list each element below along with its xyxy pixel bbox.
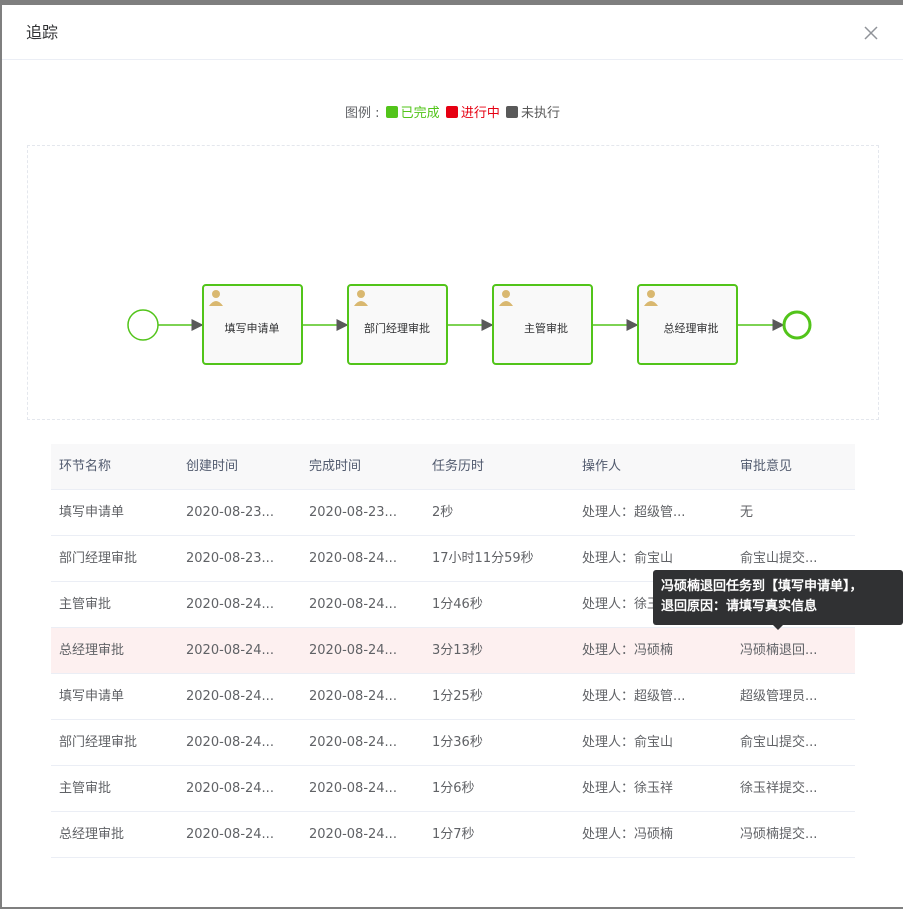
header-node-name[interactable]: 环节名称: [59, 444, 179, 490]
table-cell: 2020-08-24...: [186, 597, 274, 612]
table-cell: 处理人：徐玉祥: [582, 781, 674, 796]
header-created-time[interactable]: 创建时间: [186, 444, 276, 490]
trace-dialog: 追踪 图例 : 已完成 进行中 未执行 填写申请单 部门经理审批 主管审批 总经…: [2, 5, 903, 907]
tooltip-line-1: 冯硕楠退回任务到【填写申请单】，: [661, 579, 863, 594]
table-cell: 2020-08-23...: [186, 551, 274, 566]
legend-completed-label: 已完成: [400, 106, 440, 121]
legend-prefix: 图例 :: [345, 106, 380, 121]
task-node-dept-manager[interactable]: 部门经理审批: [347, 284, 448, 365]
table-cell: 1分6秒: [432, 781, 475, 796]
dialog-title: 追踪: [26, 23, 59, 42]
end-event: [782, 310, 812, 340]
table-cell: 1分25秒: [432, 689, 483, 704]
table-cell[interactable]: 徐玉祥提交...: [740, 766, 840, 812]
table-cell: 2020-08-23...: [309, 505, 397, 520]
tooltip-arrow: [773, 625, 783, 630]
table-cell: 17小时11分59秒: [432, 551, 534, 566]
table-row[interactable]: 填写申请单 2020-08-23... 2020-08-23... 2秒 处理人：超级管…: [51, 490, 855, 536]
task-node-general-manager[interactable]: 总经理审批: [637, 284, 738, 365]
task-node-label: 主管审批: [524, 321, 568, 335]
legend-inprogress-swatch: [445, 106, 458, 118]
table-cell: 2020-08-23...: [186, 505, 274, 520]
table-cell: 2020-08-24...: [309, 827, 397, 842]
opinion-tooltip: 冯硕楠退回任务到【填写申请单】， 退回原因：请填写真实信息: [653, 570, 903, 630]
task-node-fill-application[interactable]: 填写申请单: [202, 284, 303, 365]
tooltip-line-2: 退回原因：请填写真实信息: [661, 599, 818, 614]
table-body: 填写申请单 2020-08-23... 2020-08-23... 2秒 处理人：超级管…: [51, 490, 855, 858]
table-cell: 2秒: [432, 505, 454, 520]
table-cell: 3分13秒: [432, 643, 483, 658]
table-cell: 2020-08-24...: [186, 689, 274, 704]
table-cell: 2020-08-24...: [309, 781, 397, 796]
task-node-supervisor[interactable]: 主管审批: [492, 284, 593, 365]
legend-completed-swatch: [385, 106, 398, 118]
table-cell[interactable]: 俞宝山提交...: [740, 720, 840, 766]
table-row[interactable]: 总经理审批 2020-08-24... 2020-08-24... 1分7秒 处理人：冯…: [51, 812, 855, 858]
legend-inprogress-label: 进行中: [460, 106, 500, 121]
process-diagram: 填写申请单 部门经理审批 主管审批 总经理审批: [27, 145, 879, 420]
table-row[interactable]: 填写申请单 2020-08-24... 2020-08-24... 1分25秒 处理人：…: [51, 674, 855, 720]
table-cell: 2020-08-24...: [309, 597, 397, 612]
table-cell: 2020-08-24...: [186, 643, 274, 658]
table-cell: 主管审批: [59, 781, 112, 796]
table-cell: 2020-08-24...: [186, 781, 274, 796]
header-completed-time[interactable]: 完成时间: [309, 444, 399, 490]
table-cell[interactable]: 冯硕楠提交...: [740, 812, 840, 858]
legend-notexecuted-label: 未执行: [520, 106, 560, 121]
table-row[interactable]: 主管审批 2020-08-24... 2020-08-24... 1分6秒 处理人：徐玉…: [51, 766, 855, 812]
header-duration[interactable]: 任务历时: [432, 444, 572, 490]
table-cell: 2020-08-24...: [309, 689, 397, 704]
table-row[interactable]: 部门经理审批 2020-08-24... 2020-08-24... 1分36秒 处理人…: [51, 720, 855, 766]
table-cell: 1分46秒: [432, 597, 483, 612]
table-cell: 主管审批: [59, 597, 112, 612]
process-diagram-svg: 填写申请单 部门经理审批 主管审批 总经理审批: [127, 284, 812, 365]
table-cell: 总经理审批: [59, 827, 125, 842]
table-cell: 2020-08-24...: [186, 827, 274, 842]
table-cell: 部门经理审批: [59, 551, 138, 566]
table-cell: 总经理审批: [59, 643, 125, 658]
header-opinion[interactable]: 审批意见: [740, 444, 840, 490]
start-event: [127, 309, 159, 341]
table-header: 环节名称 创建时间 完成时间 任务历时 操作人 审批意见: [51, 444, 855, 490]
table-cell: 处理人：冯硕楠: [582, 827, 674, 842]
table-cell: 2020-08-24...: [309, 643, 397, 658]
header-operator[interactable]: 操作人: [582, 444, 732, 490]
trace-table: 环节名称 创建时间 完成时间 任务历时 操作人 审批意见 填写申请单 2020-0…: [51, 444, 855, 858]
table-cell: 2020-08-24...: [309, 551, 397, 566]
table-cell[interactable]: 冯硕楠退回...: [740, 628, 840, 674]
dialog-header: 追踪: [2, 5, 903, 60]
table-cell: 1分7秒: [432, 827, 475, 842]
task-node-label: 部门经理审批: [364, 321, 430, 335]
table-cell: 处理人：俞宝山: [582, 735, 674, 750]
task-node-label: 总经理审批: [664, 321, 719, 335]
table-cell: 2020-08-24...: [186, 735, 274, 750]
table-cell[interactable]: 超级管理员...: [740, 674, 840, 720]
table-cell: 处理人：超级管...: [582, 505, 686, 520]
legend-notexecuted-swatch: [505, 106, 518, 118]
table-cell: 填写申请单: [59, 689, 125, 704]
table-row[interactable]: 总经理审批 2020-08-24... 2020-08-24... 3分13秒 处理人：…: [51, 628, 855, 674]
table-cell: 处理人：冯硕楠: [582, 643, 674, 658]
table-cell[interactable]: 无: [740, 490, 840, 536]
task-node-label: 填写申请单: [225, 321, 280, 335]
table-cell: 1分36秒: [432, 735, 483, 750]
close-icon[interactable]: [861, 23, 881, 43]
table-cell: 2020-08-24...: [309, 735, 397, 750]
table-cell: 填写申请单: [59, 505, 125, 520]
table-cell: 处理人：超级管...: [582, 689, 686, 704]
table-cell: 部门经理审批: [59, 735, 138, 750]
legend: 图例 : 已完成 进行中 未执行: [2, 105, 903, 123]
